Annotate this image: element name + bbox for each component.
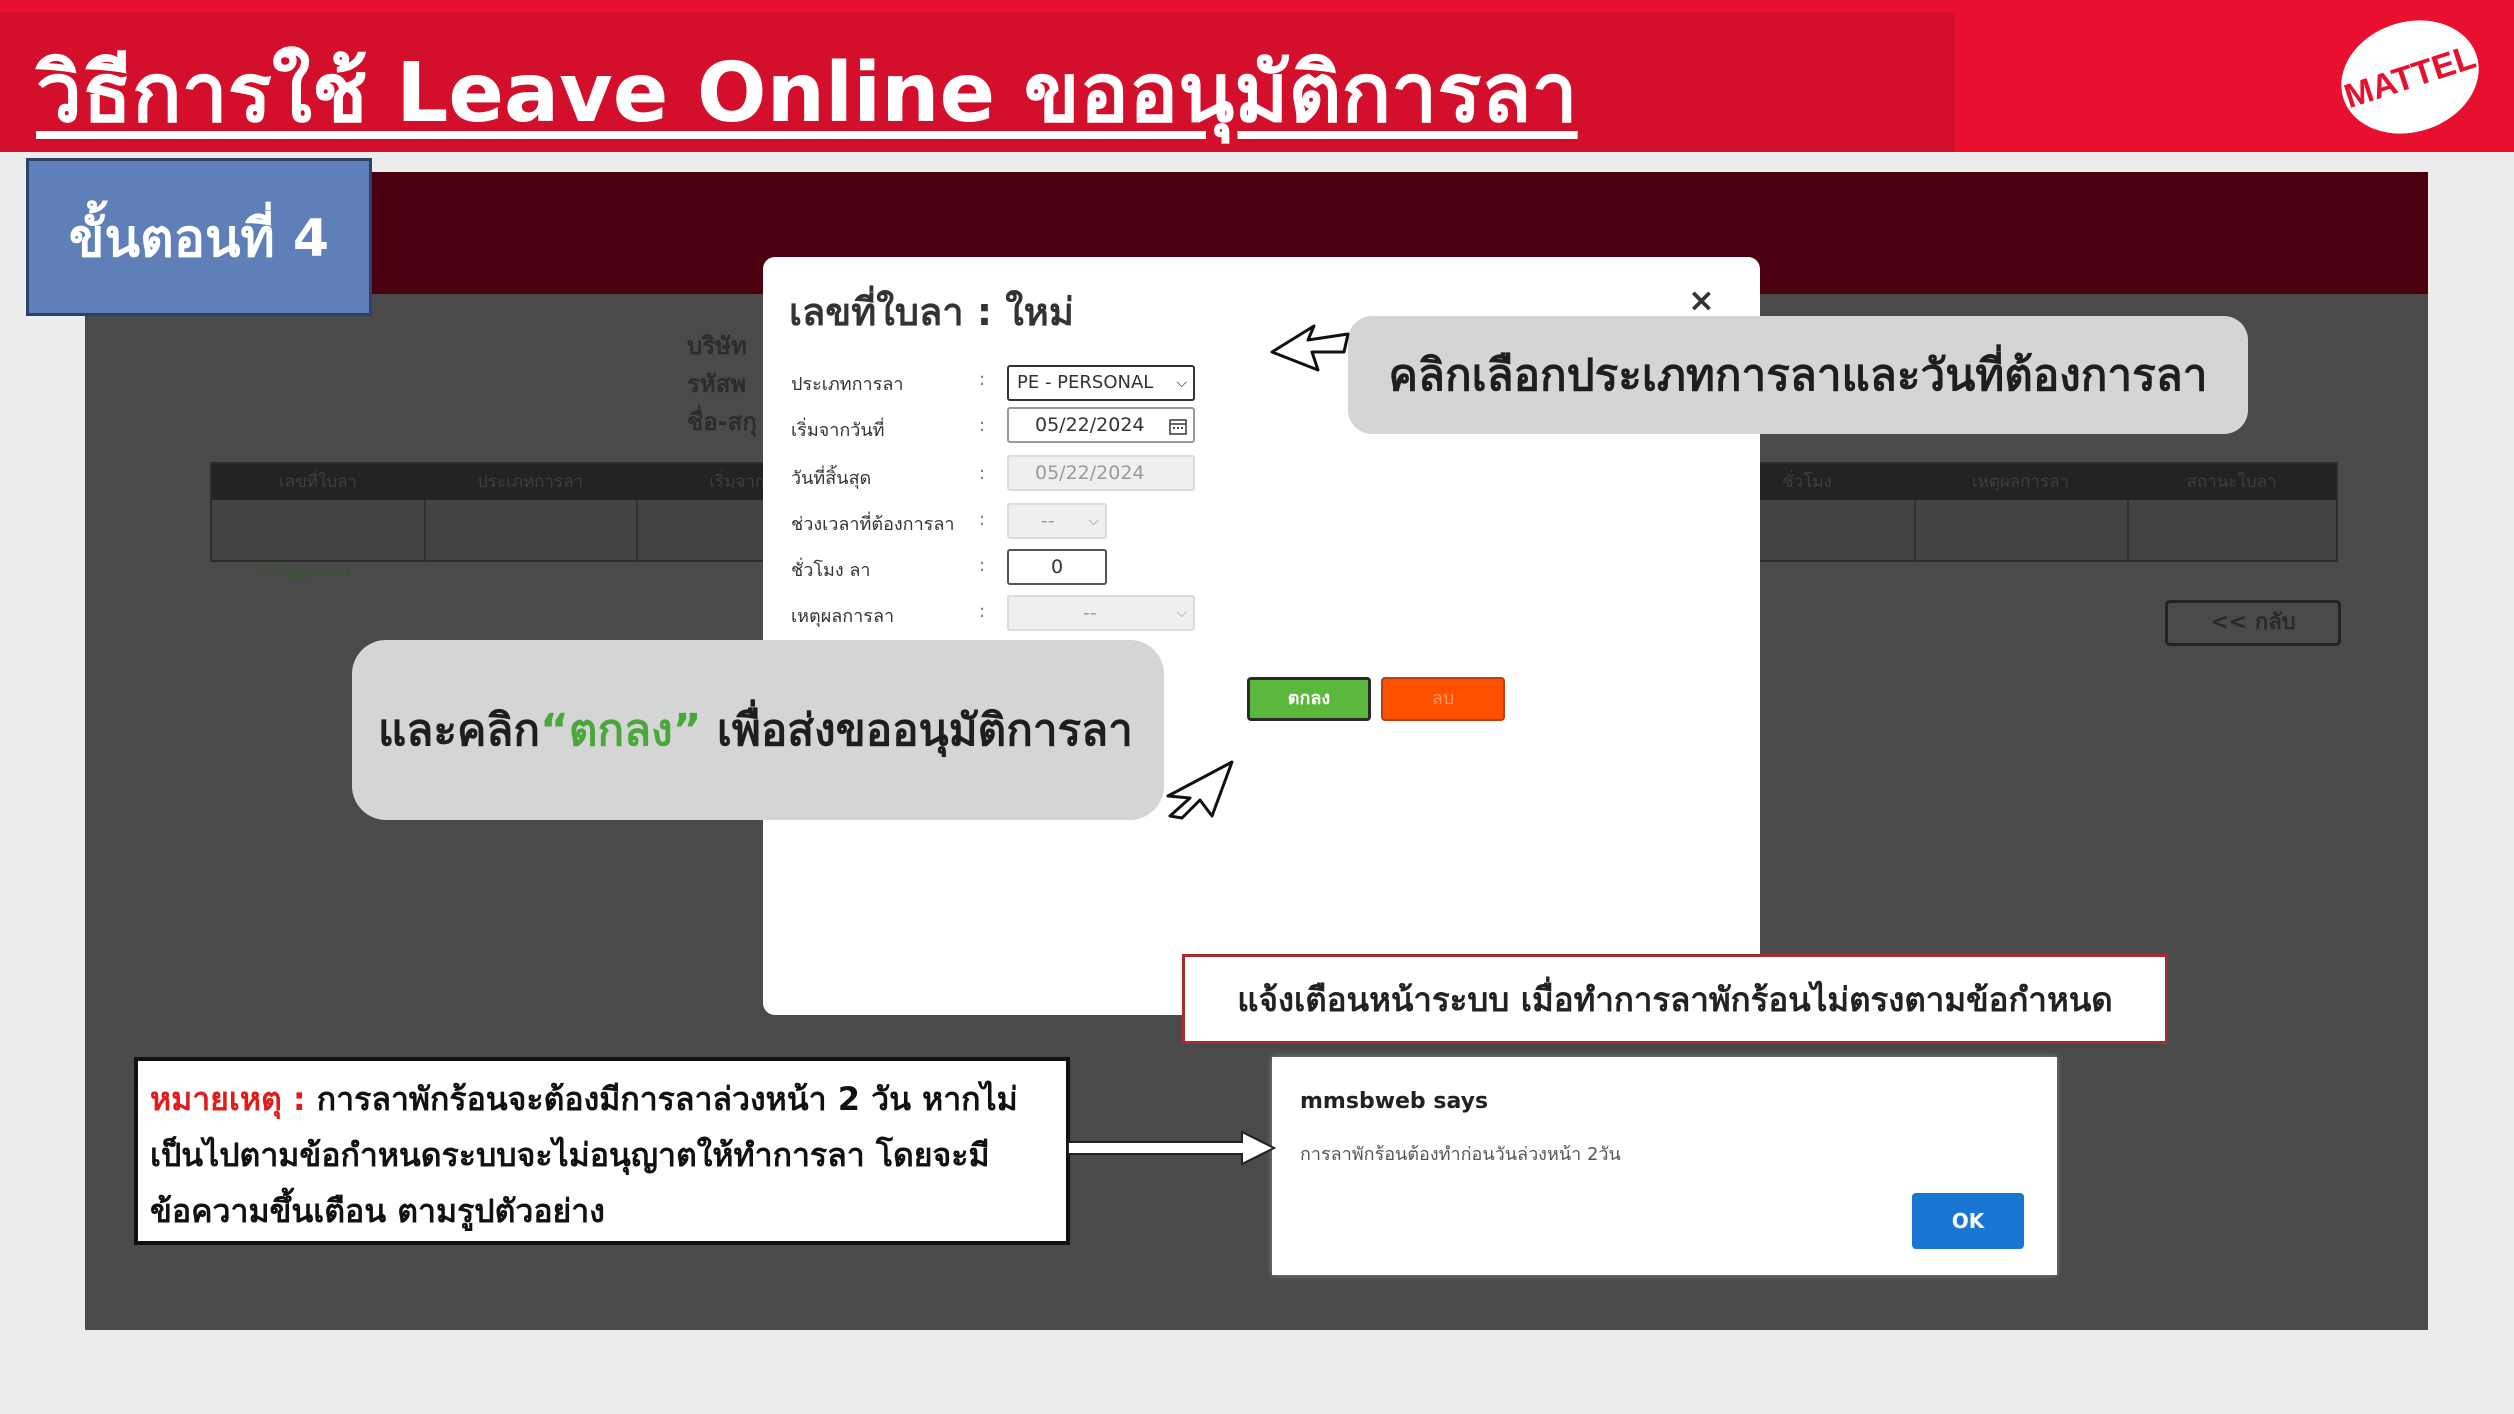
delete-button[interactable]: ลบ — [1381, 677, 1505, 721]
hours-input[interactable]: 0 — [1007, 549, 1107, 585]
info-label-company: บริษัท — [687, 332, 747, 360]
end-date-label: วันที่สิ้นสุด — [791, 468, 872, 489]
reason-label: เหตุผลการลา — [791, 606, 895, 627]
warning-caption: แจ้งเตือนหน้าระบบ เมื่อทำการลาพักร้อนไม่… — [1182, 954, 2168, 1044]
chevron-down-icon: ⌵ — [1088, 513, 1099, 529]
note-box: หมายเหตุ : การลาพักร้อนจะต้องมีการลาล่วง… — [134, 1057, 1070, 1245]
reason-value: -- — [1083, 602, 1097, 624]
alert-title: mmsbweb says — [1300, 1089, 1489, 1114]
alert-message: การลาพักร้อนต้องทำก่อนวันล่วงหน้า 2วัน — [1300, 1144, 1621, 1165]
leave-type-label: ประเภทการลา — [791, 374, 904, 395]
note-label: หมายเหตุ : — [150, 1080, 306, 1118]
chevron-down-icon: ⌵ — [1176, 375, 1187, 391]
cursor-arrow-icon — [1166, 760, 1234, 820]
colon: : — [979, 415, 986, 436]
callout-confirm-suffix: เพื่อส่งขออนุมัติการลา — [701, 705, 1133, 756]
start-date-label: เริ่มจากวันที่ — [791, 420, 885, 441]
pointer-arrow-icon — [1270, 324, 1350, 372]
back-button[interactable]: << กลับ — [2165, 600, 2341, 646]
callout-confirm: และคลิก “ตกลง” เพื่อส่งขออนุมัติการลา — [352, 640, 1164, 820]
colon: : — [979, 509, 986, 530]
time-period-value: -- — [1041, 510, 1055, 532]
close-icon[interactable]: × — [1688, 281, 1715, 319]
leave-type-value: PE - PERSONAL — [1017, 372, 1154, 393]
alert-ok-button[interactable]: OK — [1912, 1193, 2024, 1249]
col-header-leave-type: ประเภทการลา — [424, 464, 638, 500]
time-period-select: -- ⌵ — [1007, 503, 1107, 539]
col-header-leave-no: เลขที่ใบลา — [212, 464, 426, 500]
info-label-employee-id: รหัสพ — [687, 370, 747, 398]
col-header-status: สถานะใบลา — [2127, 464, 2336, 500]
colon: : — [979, 555, 986, 576]
calendar-icon[interactable] — [1169, 417, 1187, 435]
table-cell: การขอลางาน — [212, 500, 426, 581]
hours-label: ชั่วโมง ลา — [791, 560, 871, 581]
leave-type-select[interactable]: PE - PERSONAL ⌵ — [1007, 365, 1195, 401]
logo-text: MATTEL — [2339, 37, 2481, 116]
time-period-label: ช่วงเวลาที่ต้องการลา — [791, 514, 955, 535]
browser-alert-dialog: mmsbweb says การลาพักร้อนต้องทำก่อนวันล่… — [1272, 1057, 2057, 1275]
info-label-name: ชื่อ-สกุ — [687, 408, 757, 436]
callout-select-type: คลิกเลือกประเภทการลาและวันที่ต้องการลา — [1348, 316, 2248, 434]
callout-confirm-prefix: และคลิก — [378, 705, 540, 756]
end-date-input: 05/22/2024 — [1007, 455, 1195, 491]
chevron-down-icon: ⌵ — [1176, 605, 1187, 621]
table-cell — [1914, 500, 2129, 562]
callout-confirm-quote: “ตกลง” — [540, 705, 702, 756]
colon: : — [979, 463, 986, 484]
col-header-reason: เหตุผลการลา — [1914, 464, 2129, 500]
colon: : — [979, 369, 986, 390]
ok-button[interactable]: ตกลง — [1247, 677, 1371, 721]
step-badge: ขั้นตอนที่ 4 — [26, 158, 372, 316]
slide-title: วิธีการใช้ Leave Online ขออนุมัติการลา — [36, 46, 1578, 141]
reason-select: -- ⌵ — [1007, 595, 1195, 631]
table-cell — [424, 500, 638, 562]
status-link[interactable]: การขอลางาน — [262, 560, 350, 584]
start-date-input[interactable]: 05/22/2024 — [1007, 407, 1195, 443]
colon: : — [979, 601, 986, 622]
modal-title: เลขที่ใบลา : ใหม่ — [789, 290, 1074, 334]
arrow-right-icon — [1067, 1130, 1276, 1166]
start-date-value: 05/22/2024 — [1035, 414, 1145, 436]
